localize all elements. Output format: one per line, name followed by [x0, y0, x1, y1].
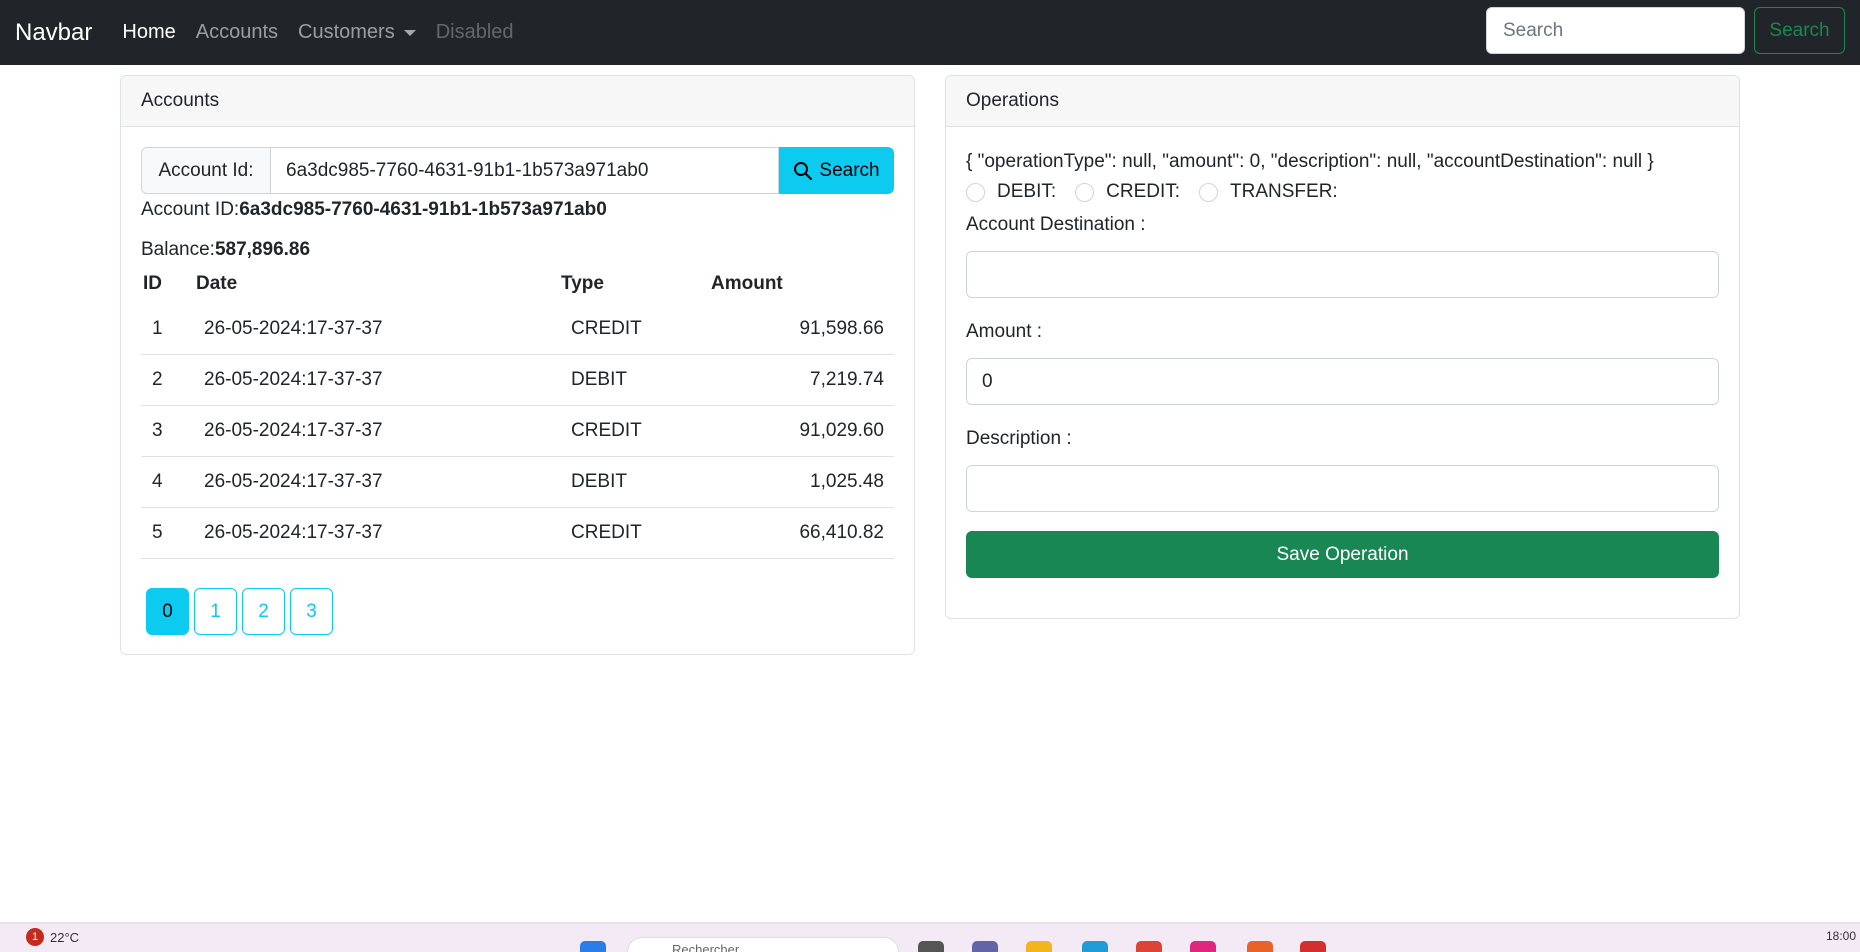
cell-type: CREDIT	[571, 318, 642, 339]
account-id-value: 6a3dc985-7760-4631-91b1-1b573a971ab0	[239, 199, 607, 220]
operations-card-title: Operations	[946, 76, 1739, 127]
chrome-icon[interactable]	[1136, 941, 1162, 952]
page-button-2[interactable]: 2	[242, 588, 285, 635]
accounts-card-title: Accounts	[121, 76, 914, 127]
radio-transfer-label: TRANSFER:	[1230, 181, 1338, 202]
column-header-date: Date	[196, 273, 238, 294]
page-button-1[interactable]: 1	[194, 588, 237, 635]
column-header-type: Type	[561, 273, 604, 294]
amount-input[interactable]: 0	[966, 358, 1719, 405]
nav-dropdown-customers[interactable]: Customers	[298, 21, 416, 44]
navbar-search-input[interactable]: Search	[1486, 7, 1745, 54]
cell-date: 26-05-2024:17-37-37	[204, 522, 383, 543]
cell-date: 26-05-2024:17-37-37	[204, 420, 383, 441]
cell-date: 26-05-2024:17-37-37	[204, 318, 383, 339]
page-button-3[interactable]: 3	[290, 588, 333, 635]
cell-amount: 7,219.74	[810, 369, 884, 390]
radio-transfer[interactable]	[1199, 182, 1219, 202]
cell-id: 5	[152, 522, 163, 543]
cell-id: 4	[152, 471, 163, 492]
cell-id: 3	[152, 420, 163, 441]
account-id-label: Account Id:	[141, 147, 271, 194]
form-value-debug: { "operationType": null, "amount": 0, "d…	[966, 151, 1654, 172]
account-id-caption: Account ID:	[141, 199, 240, 220]
edge-icon[interactable]	[1082, 941, 1108, 952]
navbar-brand[interactable]: Navbar	[15, 19, 92, 47]
account-id-input[interactable]: 6a3dc985-7760-4631-91b1-1b573a971ab0	[271, 147, 779, 194]
app-icon[interactable]	[1300, 941, 1326, 952]
table-row: 5 26-05-2024:17-37-37 CREDIT 66,410.82	[141, 508, 894, 559]
operations-table: ID Date Type Amount 1 26-05-2024:17-37-3…	[141, 264, 894, 559]
pagination: 0 1 2 3	[146, 588, 338, 635]
balance-line: Balance:587,896.86	[141, 239, 310, 261]
temperature: 22°C	[50, 929, 80, 945]
account-search-button-label: Search	[819, 159, 880, 181]
operation-type-radios: DEBIT: CREDIT: TRANSFER:	[966, 181, 1357, 203]
cell-id: 1	[152, 318, 163, 339]
windows-start-icon[interactable]	[580, 941, 606, 952]
table-row: 1 26-05-2024:17-37-37 CREDIT 91,598.66	[141, 304, 894, 355]
account-destination-input[interactable]	[966, 251, 1719, 298]
intellij-icon[interactable]	[1190, 941, 1216, 952]
table-row: 4 26-05-2024:17-37-37 DEBIT 1,025.48	[141, 457, 894, 508]
amount-label: Amount :	[966, 321, 1043, 342]
nav-link-accounts[interactable]: Accounts	[196, 21, 278, 44]
cell-type: CREDIT	[571, 420, 642, 441]
cell-type: CREDIT	[571, 522, 642, 543]
taskbar-search[interactable]: Rechercher	[627, 937, 899, 952]
app-icon[interactable]	[1247, 941, 1273, 952]
notification-badge: 1	[26, 928, 44, 946]
account-id-line: Account ID:6a3dc985-7760-4631-91b1-1b573…	[141, 199, 607, 221]
table-row: 2 26-05-2024:17-37-37 DEBIT 7,219.74	[141, 355, 894, 406]
table-row: 3 26-05-2024:17-37-37 CREDIT 91,029.60	[141, 406, 894, 457]
column-header-amount: Amount	[711, 273, 783, 294]
cell-id: 2	[152, 369, 163, 390]
radio-debit[interactable]	[966, 182, 985, 202]
operations-card: Operations { "operationType": null, "amo…	[945, 75, 1740, 619]
nav-link-disabled: Disabled	[435, 21, 514, 43]
top-navbar: Navbar Home Accounts Customers Disabled …	[0, 0, 1860, 65]
radio-credit[interactable]	[1075, 182, 1095, 202]
table-header-row: ID Date Type Amount	[141, 264, 894, 304]
task-view-icon[interactable]	[918, 941, 944, 952]
cell-amount: 91,029.60	[799, 420, 884, 441]
chevron-down-icon	[403, 29, 416, 36]
page-button-0[interactable]: 0	[146, 588, 189, 635]
cell-date: 26-05-2024:17-37-37	[204, 471, 383, 492]
nav-link-home[interactable]: Home	[122, 21, 175, 44]
search-icon	[794, 161, 813, 180]
radio-debit-label: DEBIT:	[997, 181, 1057, 202]
file-explorer-icon[interactable]	[1026, 941, 1052, 952]
windows-taskbar: 1 22°C Rechercher 18:00	[0, 924, 1860, 952]
account-search-button[interactable]: Search	[779, 147, 894, 194]
description-input[interactable]	[966, 465, 1719, 512]
save-operation-button[interactable]: Save Operation	[966, 531, 1719, 578]
cell-type: DEBIT	[571, 471, 627, 492]
cell-date: 26-05-2024:17-37-37	[204, 369, 383, 390]
balance-caption: Balance:	[141, 239, 215, 260]
cell-amount: 1,025.48	[810, 471, 884, 492]
account-destination-label: Account Destination :	[966, 214, 1146, 235]
weather-widget[interactable]: 1 22°C	[26, 928, 79, 946]
accounts-card: Accounts Account Id: 6a3dc985-7760-4631-…	[120, 75, 915, 655]
cell-type: DEBIT	[571, 369, 627, 390]
clock: 18:00	[1826, 929, 1857, 943]
account-search-group: Account Id: 6a3dc985-7760-4631-91b1-1b57…	[141, 147, 894, 194]
description-label: Description :	[966, 428, 1072, 449]
balance-value: 587,896.86	[214, 239, 311, 260]
radio-credit-label: CREDIT:	[1106, 181, 1181, 202]
cell-amount: 91,598.66	[799, 318, 884, 339]
navbar-search-button[interactable]: Search	[1754, 7, 1845, 54]
teams-icon[interactable]	[972, 941, 998, 952]
nav-dropdown-customers-label: Customers	[298, 21, 395, 43]
column-header-id: ID	[143, 273, 162, 294]
cell-amount: 66,410.82	[799, 522, 884, 543]
